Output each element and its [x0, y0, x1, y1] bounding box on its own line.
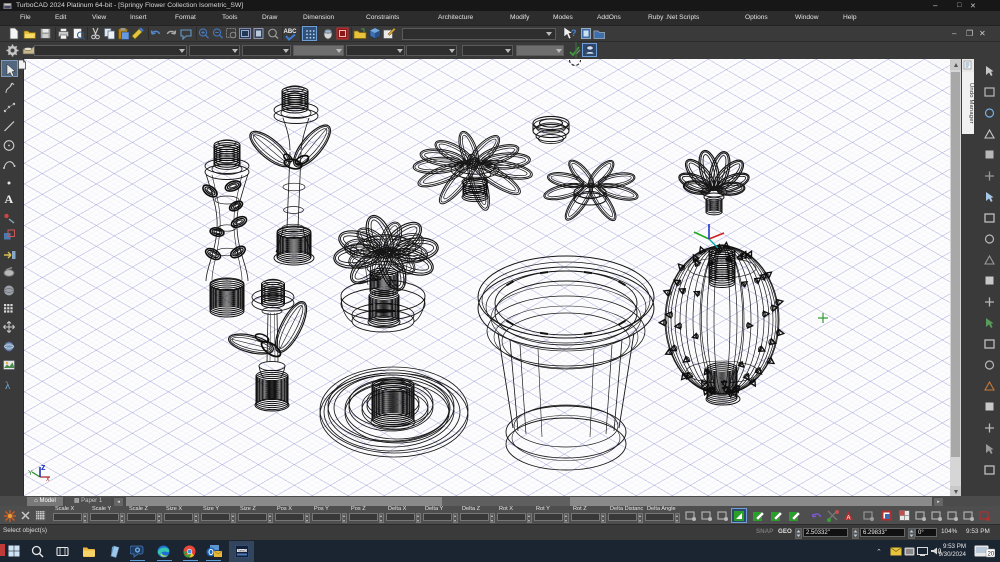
svg-text:20: 20 [988, 552, 995, 558]
svg-text:A: A [847, 516, 851, 522]
svg-text:λ: λ [5, 380, 11, 392]
svg-text:x: x [46, 476, 50, 483]
svg-text:Y: Y [28, 470, 33, 477]
svg-text:TurboCAD: TurboCAD [238, 549, 250, 553]
svg-text:A: A [5, 192, 14, 206]
svg-text:ABC: ABC [284, 29, 298, 35]
svg-text:z: z [41, 462, 46, 472]
svg-text:?: ? [571, 28, 577, 38]
